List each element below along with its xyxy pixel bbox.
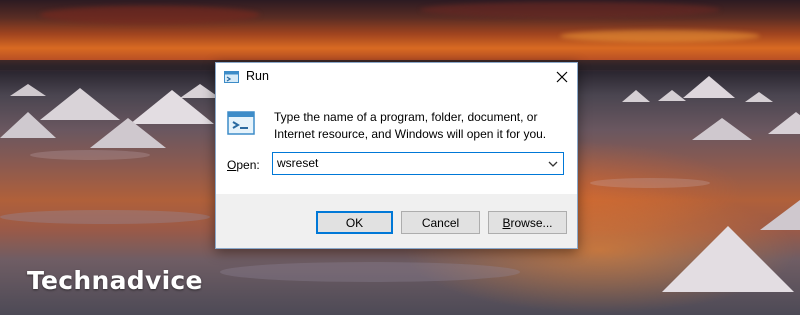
dialog-message: Type the name of a program, folder, docu… [274, 110, 547, 141]
open-command-combobox[interactable]: wsreset [272, 152, 564, 175]
dialog-footer: OK Cancel Browse... [216, 194, 577, 248]
run-icon [224, 70, 240, 84]
open-label: Open: [227, 158, 260, 172]
watermark-text: Technadvice [27, 266, 203, 295]
cancel-button[interactable]: Cancel [401, 211, 480, 234]
run-icon [226, 108, 258, 138]
command-input[interactable]: wsreset [277, 156, 318, 170]
ok-button[interactable]: OK [316, 211, 393, 234]
browse-button[interactable]: Browse... [488, 211, 567, 234]
run-dialog: Run Type the name of a program, folder, … [215, 62, 578, 249]
dialog-title: Run [246, 69, 269, 83]
close-button[interactable] [547, 63, 577, 91]
chevron-down-icon[interactable] [547, 157, 559, 169]
close-icon [556, 71, 568, 83]
title-bar[interactable]: Run [216, 63, 577, 91]
